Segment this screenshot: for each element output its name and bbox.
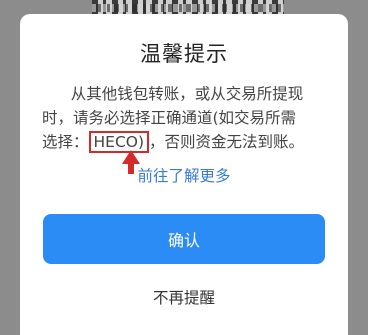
message-line-2: 时，请务必选择正确通道(如交易所需 <box>42 109 297 127</box>
message-line-3: 选择： HECO) ，否则资金无法到账。 <box>42 130 332 154</box>
confirm-button-label: 确认 <box>167 231 200 250</box>
learn-more-link[interactable]: 前往了解更多 <box>20 164 348 186</box>
confirm-button[interactable]: 确认 <box>43 214 325 264</box>
dialog-message: 从其他钱包转账，或从交易所提现 时，请务必选择正确通道(如交易所需 选择： HEC… <box>42 82 332 154</box>
message-line-3-prefix: 选择： <box>42 133 89 151</box>
qr-code-fragment-detail <box>92 4 284 12</box>
dialog-title: 温馨提示 <box>140 42 228 66</box>
message-line-3-suffix: ，否则资金无法到账。 <box>149 133 305 151</box>
dont-remind-button[interactable]: 不再提醒 <box>20 286 348 308</box>
message-line-1: 从其他钱包转账，或从交易所提现 <box>70 85 304 103</box>
notice-dialog: 温馨提示 从其他钱包转账，或从交易所提现 时，请务必选择正确通道(如交易所需 选… <box>20 14 348 335</box>
